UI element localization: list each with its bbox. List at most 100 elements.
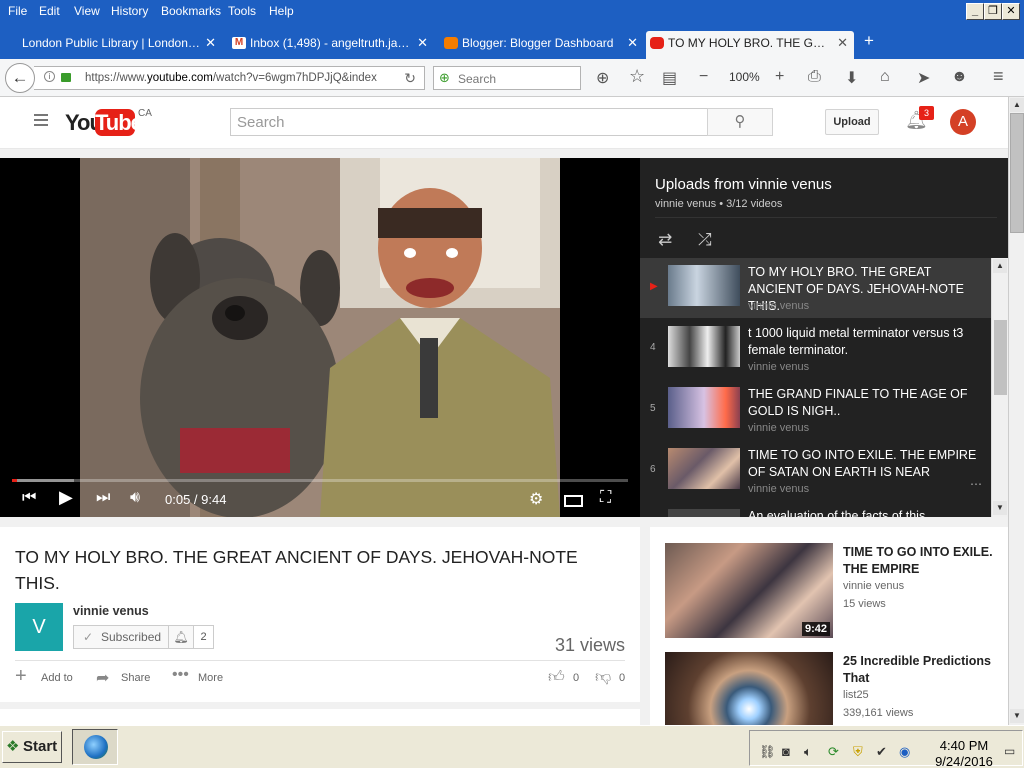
thumbs-down-icon[interactable]: 👎︎ xyxy=(595,668,611,687)
channel-avatar[interactable]: V xyxy=(15,603,63,651)
share-icon[interactable]: ➦ xyxy=(96,668,109,688)
channel-name[interactable]: vinnie venus xyxy=(73,604,149,618)
lock-icon xyxy=(61,73,71,82)
tab-title: London Public Library | London Pu… xyxy=(22,36,200,50)
url-text[interactable]: https://www.youtube.com/watch?v=6wgm7hDP… xyxy=(85,72,395,84)
download-icon[interactable]: ⬇ xyxy=(845,68,858,88)
tab-close-icon[interactable]: ✕ xyxy=(837,31,848,55)
youtube-search-input[interactable]: Search xyxy=(230,108,708,136)
bookmark-star-icon[interactable]: ☆ xyxy=(629,66,645,87)
reader-list-icon[interactable]: ▤ xyxy=(662,68,677,88)
minimize-button[interactable]: _ xyxy=(966,3,984,20)
playlist-scrollbar[interactable]: ▲ ▼ xyxy=(991,258,1008,517)
scroll-down-arrow-icon[interactable]: ▼ xyxy=(1010,709,1024,723)
taskbar-browser-button[interactable] xyxy=(72,729,118,765)
notification-bell-icon[interactable]: 🔔︎ xyxy=(168,625,194,649)
chat-icon[interactable]: ☻ xyxy=(951,68,968,86)
next-video-icon[interactable]: ⏭︎ xyxy=(96,489,110,507)
settings-gear-icon[interactable]: ⚙︎ xyxy=(529,489,543,509)
zoom-level[interactable]: 100% xyxy=(729,70,760,84)
tab-youtube-active[interactable]: TO MY HOLY BRO. THE GREAT… ✕ xyxy=(646,31,854,59)
share-button[interactable]: Share xyxy=(121,672,150,684)
close-window-button[interactable]: ✕ xyxy=(1002,3,1020,20)
hamburger-menu-icon[interactable]: ≡ xyxy=(993,66,1004,87)
related-video-item[interactable]: 25 Incredible Predictions That list25 33… xyxy=(665,652,1005,725)
menu-view[interactable]: View xyxy=(74,4,100,18)
tab-blogger[interactable]: Blogger: Blogger Dashboard ✕ xyxy=(440,31,644,59)
scroll-up-arrow-icon[interactable]: ▲ xyxy=(993,259,1007,273)
more-button[interactable]: More xyxy=(198,672,223,684)
print-icon[interactable]: ⎙ xyxy=(808,68,821,86)
menu-history[interactable]: History xyxy=(111,4,148,18)
zoom-out-button[interactable]: − xyxy=(699,68,708,86)
tab-close-icon[interactable]: ✕ xyxy=(417,31,428,55)
tray-app-icon[interactable]: ◙ xyxy=(782,744,790,759)
playlist-item-author: vinnie venus xyxy=(748,300,810,312)
show-desktop-icon[interactable]: ▭ xyxy=(1004,744,1015,758)
crosshair-icon[interactable]: ⊕ xyxy=(596,68,609,88)
tray-antivirus-icon[interactable]: ◉ xyxy=(899,744,910,760)
guide-menu-icon[interactable] xyxy=(34,114,48,126)
tab-london-library[interactable]: London Public Library | London Pu… ✕ xyxy=(0,31,222,59)
tray-shield-icon[interactable]: ⛨ xyxy=(853,744,863,760)
subscribed-button[interactable]: ✓ Subscribed xyxy=(73,625,169,649)
tray-volume-icon[interactable]: 🔈︎ xyxy=(804,744,812,760)
tab-close-icon[interactable]: ✕ xyxy=(627,31,638,55)
volume-icon[interactable]: 🔊︎ xyxy=(130,489,140,507)
tab-gmail-inbox[interactable]: M Inbox (1,498) - angeltruth.ja… ✕ xyxy=(228,31,434,59)
playlist-title[interactable]: Uploads from vinnie venus xyxy=(655,176,832,193)
restore-button[interactable]: ❐ xyxy=(984,3,1002,20)
tray-update-icon[interactable]: ⟳ xyxy=(828,744,839,760)
playlist-item-current[interactable]: ▶ TO MY HOLY BRO. THE GREAT ANCIENT OF D… xyxy=(640,258,992,318)
reload-icon[interactable]: ↻ xyxy=(404,70,416,87)
now-playing-icon: ▶ xyxy=(650,281,658,292)
menu-edit[interactable]: Edit xyxy=(39,4,60,18)
tray-network-icon[interactable]: ⛓ xyxy=(759,744,776,760)
playlist-item[interactable]: 6 TIME TO GO INTO EXILE. THE EMPIRE OF S… xyxy=(640,441,992,501)
zoom-in-button[interactable]: + xyxy=(775,68,784,86)
add-icon[interactable]: + xyxy=(15,665,27,688)
page-scrollbar[interactable]: ▲ ▼ xyxy=(1008,97,1024,725)
account-avatar[interactable]: A xyxy=(950,109,976,135)
more-options-icon[interactable]: ⋯ xyxy=(970,477,982,491)
scroll-down-arrow-icon[interactable]: ▼ xyxy=(993,501,1007,515)
scroll-up-arrow-icon[interactable]: ▲ xyxy=(1010,98,1024,112)
send-icon[interactable]: ➤ xyxy=(917,68,930,88)
upload-button[interactable]: Upload xyxy=(825,109,879,135)
url-bar[interactable]: i https://www.youtube.com/watch?v=6wgm7h… xyxy=(34,66,425,90)
fullscreen-icon[interactable]: ⛶ xyxy=(600,489,611,507)
video-player[interactable]: ⏮︎ ▶︎ ⏭︎ 🔊︎ 0:05 / 9:44 ⚙︎ ⛶ xyxy=(0,158,640,517)
play-icon[interactable]: ▶︎ xyxy=(59,487,73,508)
related-video-item[interactable]: 9:42 TIME TO GO INTO EXILE. THE EMPIRE v… xyxy=(665,543,1005,638)
tray-checkmark-icon[interactable]: ✔ xyxy=(876,744,887,760)
youtube-search-button[interactable]: ⚲ xyxy=(707,108,773,136)
playlist-item[interactable]: 4 t 1000 liquid metal terminator versus … xyxy=(640,319,992,379)
theater-mode-icon[interactable] xyxy=(564,495,583,507)
video-progress-bar[interactable] xyxy=(12,479,628,482)
menu-bookmarks[interactable]: Bookmarks xyxy=(161,4,221,18)
scroll-thumb[interactable] xyxy=(994,320,1007,395)
start-button[interactable]: ❖ Start xyxy=(2,731,62,763)
browser-search-box[interactable]: ⊕ Search xyxy=(433,66,581,90)
checkmark-icon: ✓ xyxy=(83,630,94,644)
back-button[interactable]: ← xyxy=(5,63,35,93)
thumbs-up-icon[interactable]: 👍︎ xyxy=(548,668,565,687)
tab-close-icon[interactable]: ✕ xyxy=(205,31,216,55)
home-icon[interactable]: ⌂ xyxy=(880,68,890,86)
menu-file[interactable]: File xyxy=(8,4,27,18)
menu-tools[interactable]: Tools xyxy=(228,4,256,18)
search-engine-icon: ⊕ xyxy=(439,70,450,85)
loop-icon[interactable]: ⇄ xyxy=(658,230,672,250)
shuffle-icon[interactable]: ⤮ xyxy=(698,230,712,250)
scroll-thumb[interactable] xyxy=(1010,113,1024,233)
more-dots-icon[interactable]: ••• xyxy=(172,666,189,684)
previous-video-icon[interactable]: ⏮︎ xyxy=(22,489,36,507)
new-tab-button[interactable]: + xyxy=(864,31,874,51)
playlist-item[interactable]: 5 THE GRAND FINALE TO THE AGE OF GOLD IS… xyxy=(640,380,992,440)
menu-help[interactable]: Help xyxy=(269,4,294,18)
playlist-item[interactable]: An evaluation of the facts of this xyxy=(640,502,992,517)
info-icon[interactable]: i xyxy=(44,71,55,82)
system-clock[interactable]: 4:40 PM 9/24/2016 xyxy=(924,738,1004,770)
add-to-button[interactable]: Add to xyxy=(41,672,73,684)
video-frame[interactable] xyxy=(80,158,560,517)
